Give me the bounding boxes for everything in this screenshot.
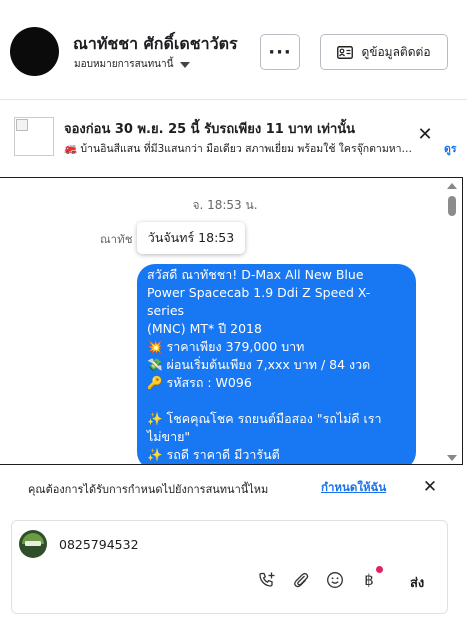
more-options-button[interactable]: ···: [260, 34, 300, 70]
message-input[interactable]: 0825794532: [59, 537, 139, 552]
bubble-line: 🔑 รหัสรถ : W096: [147, 375, 252, 390]
bubble-line: (MNC) MT* ปี 2018: [147, 321, 262, 336]
message-thread[interactable]: จ. 18:53 น. ณาทัช อบกลับโฆษณา วันจันทร์ …: [0, 177, 463, 465]
message-timestamp: จ. 18:53 น.: [192, 198, 258, 212]
thread-scrollbar[interactable]: [446, 178, 458, 464]
scroll-up-icon[interactable]: [447, 183, 457, 189]
bubble-line: ไม่ขาย": [147, 429, 191, 444]
caret-down-icon: [180, 61, 191, 68]
contact-name[interactable]: ณาทัชชา ศักดิ์เดชาวัตร: [73, 32, 238, 57]
phone-plus-icon[interactable]: [256, 569, 278, 591]
broken-image-icon: [16, 119, 28, 131]
baht-icon[interactable]: ฿: [358, 566, 383, 591]
bubble-line: ✨ โชคคุณโชค รถยนต์มือสอง "รถไม่ดี เรา: [147, 411, 382, 426]
view-contact-button[interactable]: ดูข้อมูลติดต่อ: [320, 34, 448, 70]
bubble-line: สวัสดี ณาทัชชา! D-Max All New Blue: [147, 267, 364, 282]
scroll-down-icon[interactable]: [447, 455, 457, 461]
close-icon[interactable]: ✕: [421, 478, 439, 496]
assign-prompt-text: คุณต้องการได้รับการกำหนดไปยังการสนทนานี้…: [28, 483, 269, 496]
composer-toolbar: ฿: [256, 566, 383, 592]
assign-to-me-link[interactable]: กำหนดให้ฉัน: [321, 479, 386, 497]
paperclip-icon[interactable]: [290, 569, 312, 591]
ad-description: 🚒 บ้านอินสีแสน ที่มี3แสนกว่า มือเดียว สภ…: [64, 143, 413, 155]
ad-title: จองก่อน 30 พ.ย. 25 นี้ รับรถเพียง 11 บาท…: [64, 122, 356, 137]
send-button[interactable]: ส่ง: [410, 572, 424, 593]
scroll-thumb[interactable]: [448, 196, 456, 216]
assign-dropdown[interactable]: มอบหมายการสนทนานี้: [74, 57, 191, 72]
view-contact-label: ดูข้อมูลติดต่อ: [361, 44, 431, 59]
bubble-line: Power Spacecab 1.9 Ddi Z Speed X-series: [147, 285, 371, 318]
message-bubble[interactable]: สวัสดี ณาทัชชา! D-Max All New Blue Power…: [137, 264, 416, 464]
more-icon: ···: [268, 41, 292, 63]
bubble-spacer: [147, 392, 406, 410]
ad-thumbnail[interactable]: [14, 117, 54, 156]
bubble-line: 💸 ผ่อนเริ่มต้นเพียง 7,xxx บาท / 84 งวด: [147, 357, 371, 372]
ad-view-link[interactable]: ดูร: [444, 140, 456, 157]
notification-dot: [376, 566, 383, 573]
bubble-line: ✨ รถดี ราคาดี มีวารันตี: [147, 447, 280, 462]
contact-avatar[interactable]: [10, 27, 59, 76]
emoji-icon[interactable]: [324, 569, 346, 591]
close-icon[interactable]: ✕: [416, 126, 434, 144]
timestamp-tooltip: วันจันทร์ 18:53: [137, 222, 245, 254]
assign-label: มอบหมายการสนทนานี้: [74, 59, 174, 70]
bubble-line: 💥 ราคาเพียง 379,000 บาท: [147, 339, 305, 354]
contact-card-icon: [337, 45, 354, 59]
page-avatar: [19, 530, 47, 558]
